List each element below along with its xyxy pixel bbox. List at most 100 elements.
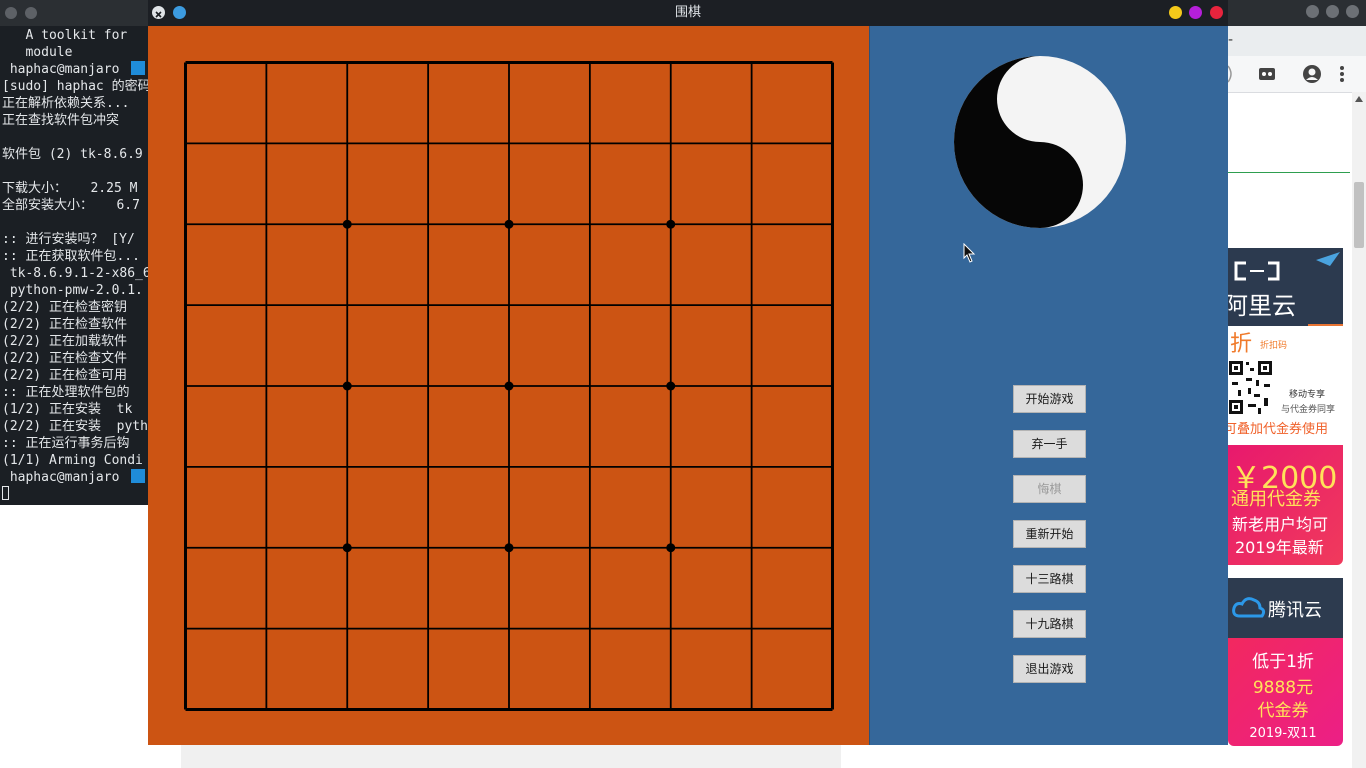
terminal-pin-icon[interactable] [25,7,37,19]
star-point [666,543,676,553]
star-icon[interactable] [1228,64,1244,84]
amount-2-text: 9888元 [1252,678,1314,698]
terminal-line: 软件包 (2) tk-8.6.9 [2,147,143,162]
terminal-line: 全部安装大小： 6.7 [2,198,140,213]
minimize-icon[interactable] [1169,6,1182,19]
terminal-line: module [2,45,73,60]
game-button[interactable]: 重新开始 [1013,520,1086,548]
terminal-line: (2/2) 正在检查文件 [2,351,127,366]
terminal-line: (1/1) Arming Condi [2,453,143,468]
general-coupon-text: 通用代金券 [1231,489,1321,510]
game-button[interactable]: 十三路棋 [1013,565,1086,593]
taiji-icon [954,56,1126,228]
mobile-exclusive-text: 移动专享 [1289,390,1326,400]
terminal-line: A toolkit for [2,28,136,43]
prompt-arrow-icon [131,61,145,75]
maximize-icon[interactable] [1189,6,1202,19]
stackable-text: 可叠加代金券使用 [1228,422,1329,437]
terminal-line: :: 正在处理软件包的 [2,385,130,400]
browser-titlebar [1228,0,1366,26]
tencent-cloud-icon [1232,597,1266,618]
terminal-line: haphac@manjaro [2,470,128,485]
browser-scrollbar[interactable] [1352,92,1366,768]
control-panel: 开始游戏弃一手悔棋重新开始十三路棋十九路棋退出游戏 [869,26,1228,745]
prompt-arrow-icon [131,469,145,483]
tencent-coupon-ad[interactable]: 低于1折 9888元 代金券 2019-双11 [1228,638,1343,746]
with-coupon-text: 与代金券同享 [1281,405,1336,415]
star-point [342,381,352,391]
coupon-text: 代金券 [1257,701,1309,721]
terminal-line: (2/2) 正在安装 pyth [2,419,148,434]
terminal-output: A toolkit for module haphac@manjaro [sud… [2,27,148,486]
app-titlebar[interactable]: 围棋 [148,0,1228,26]
tab-edge: - [1228,32,1234,48]
tencent-logo-text: 腾讯云 [1268,600,1322,621]
terminal-line: (2/2) 正在检查软件 [2,317,127,332]
terminal-line: (2/2) 正在检查密钥 [2,300,127,315]
terminal-line: tk-8.6.9.1-2-x86_6 [2,266,148,281]
aliyun-logo-icon [1234,261,1280,281]
terminal-window[interactable]: A toolkit for module haphac@manjaro [sud… [0,0,148,505]
mouse-pointer-icon [963,243,976,263]
extension-icon[interactable] [1258,66,1276,82]
terminal-menu-icon[interactable] [5,7,17,19]
terminal-line: [sudo] haphac 的密码 [2,79,148,94]
browser-tab-strip[interactable]: - [1228,26,1366,56]
star-point [666,219,676,229]
desktop-background-strip [181,745,841,768]
browser-close-icon[interactable] [1346,5,1359,18]
discount-ad[interactable]: 折 折扣码 移动专享 与代金券同享 可叠加代金券使用 [1228,326,1343,446]
coupon-ad[interactable]: ￥2000 通用代金券 新老用户均可 2019年最新 [1228,445,1343,565]
terminal-line: (2/2) 正在加载软件 [2,334,127,349]
aliyun-logo-text: 阿里云 [1228,292,1296,320]
page-divider [1228,172,1350,173]
scroll-up-icon[interactable] [1355,96,1363,102]
year-latest-text: 2019年最新 [1235,538,1324,557]
discount-code-text: 折扣码 [1260,341,1288,351]
terminal-line: :: 正在运行事务后钩 [2,436,130,451]
close-icon[interactable] [1210,6,1223,19]
game-button[interactable]: 开始游戏 [1013,385,1086,413]
account-icon[interactable] [1302,64,1322,84]
browser-window[interactable]: - 阿里云 折 折扣码 移动专享 与代金券同享 可叠加代金券使用 ￥2000 通… [1228,0,1366,768]
browser-minimize-icon[interactable] [1306,5,1319,18]
terminal-line: :: 进行安装吗？ [Y/ [2,232,135,247]
below-discount-text: 低于1折 [1252,652,1314,672]
terminal-line: python-pmw-2.0.1. [2,283,143,298]
star-point [666,381,676,391]
more-menu-icon[interactable] [1338,64,1346,84]
star-point [504,219,514,229]
qr-code-icon [1228,360,1274,416]
star-point [504,543,514,553]
date-text: 2019-双11 [1249,726,1317,741]
terminal-line: 正在解析依赖关系... [2,96,130,111]
tencent-ad-banner[interactable]: 腾讯云 [1228,578,1343,638]
terminal-line: :: 正在获取软件包... [2,249,140,264]
new-old-users-text: 新老用户均可 [1232,515,1329,534]
aliyun-ad-banner[interactable]: 阿里云 [1228,248,1343,328]
window-title: 围棋 [674,5,701,20]
board-area[interactable] [148,26,869,745]
terminal-line: 下载大小： 2.25 M [2,181,138,196]
game-button: 悔棋 [1013,475,1086,503]
terminal-titlebar [0,0,148,26]
scroll-thumb[interactable] [1354,182,1364,248]
terminal-cursor [2,486,9,500]
terminal-line: 正在查找软件包冲突 [2,113,120,128]
game-button[interactable]: 十九路棋 [1013,610,1086,638]
game-button[interactable]: 退出游戏 [1013,655,1086,683]
star-point [504,381,514,391]
terminal-line: (2/2) 正在检查可用 [2,368,127,383]
discount-big-text: 折 [1230,332,1253,357]
go-board[interactable] [184,61,834,711]
star-point [342,543,352,553]
browser-maximize-icon[interactable] [1326,5,1339,18]
terminal-line: haphac@manjaro [2,62,128,77]
game-button[interactable]: 弃一手 [1013,430,1086,458]
browser-toolbar [1228,56,1366,93]
paper-plane-icon [1316,252,1340,266]
go-game-window[interactable]: 围棋 开始游戏弃一手悔棋重新开始十三路棋十九路棋退出游戏 [148,0,1228,745]
